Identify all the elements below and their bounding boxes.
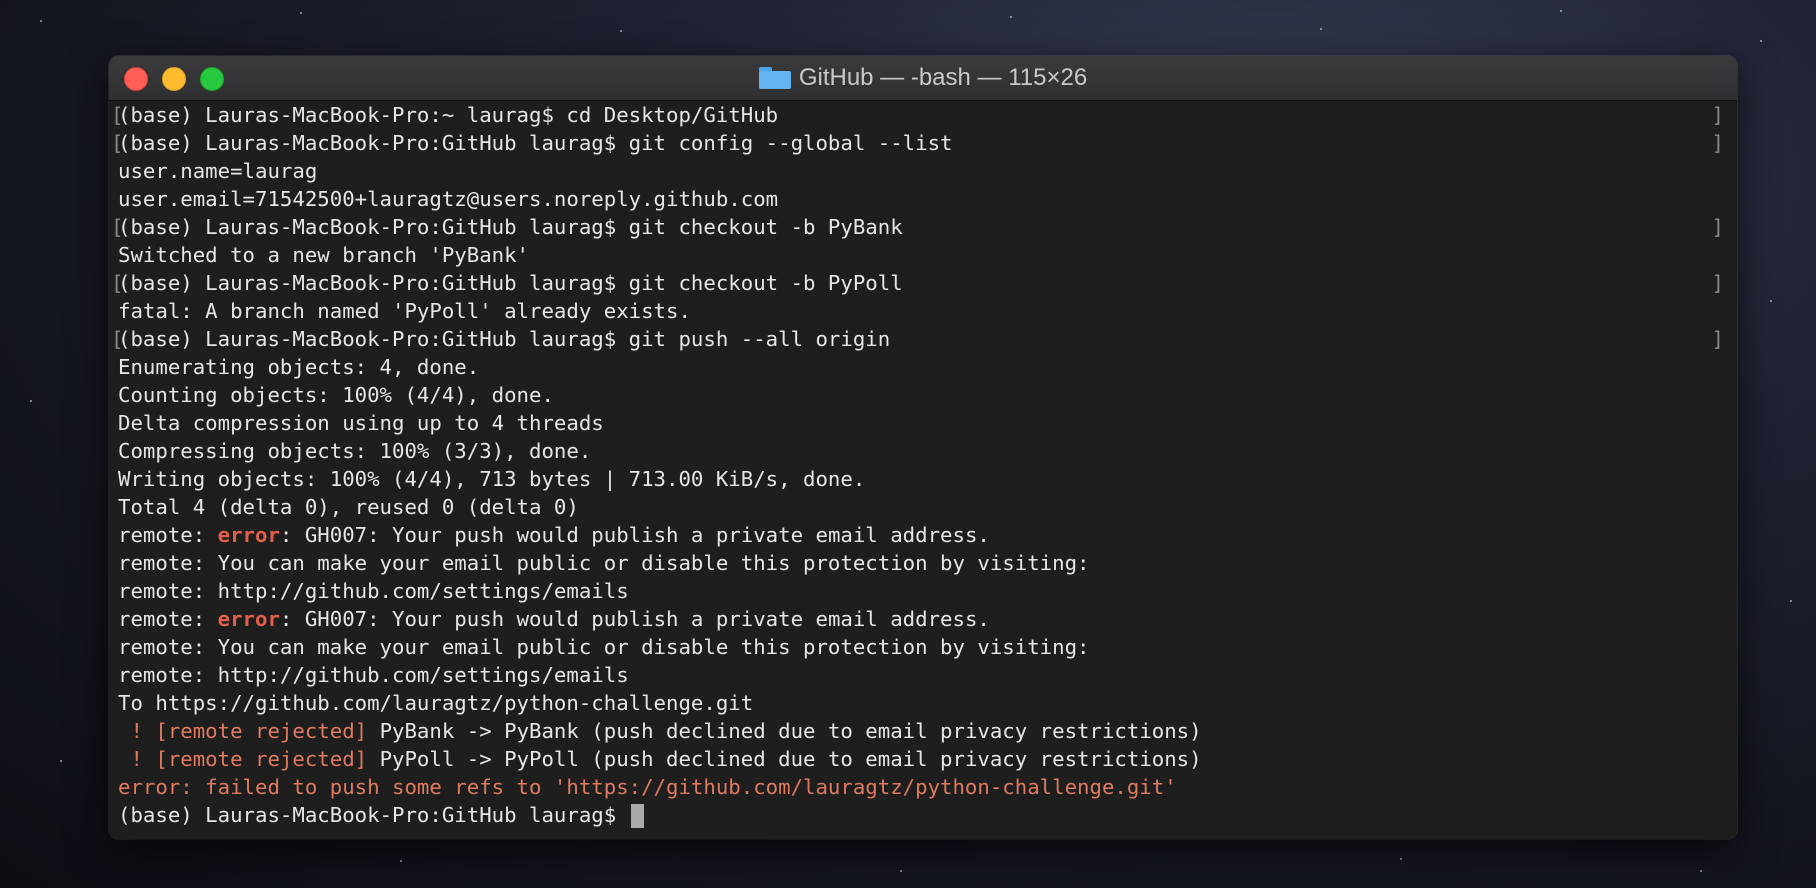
terminal-line: (base) Lauras-MacBook-Pro:~ laurag$ cd D… [111,101,1737,129]
terminal-line: Switched to a new branch 'PyBank' [118,243,530,267]
terminal-line: remote: You can make your email public o… [118,635,1090,659]
terminal-line: fatal: A branch named 'PyPoll' already e… [118,299,691,323]
terminal-line: remote: error: GH007: Your push would pu… [118,521,1737,549]
terminal-line: Enumerating objects: 4, done. [118,355,480,379]
terminal-line: Total 4 (delta 0), reused 0 (delta 0) [118,495,579,519]
terminal-line: Counting objects: 100% (4/4), done. [118,383,554,407]
folder-icon [758,67,791,89]
rejected-detail: PyPoll -> PyPoll (push declined due to e… [367,747,1202,771]
rejected-detail: PyBank -> PyBank (push declined due to e… [367,719,1202,743]
terminal-window: GitHub — -bash — 115×26 (base) Lauras-Ma… [109,56,1737,839]
terminal-line: Compressing objects: 100% (3/3), done. [118,439,592,463]
rejected-label: ! [remote rejected] [118,719,368,743]
terminal-output[interactable]: (base) Lauras-MacBook-Pro:~ laurag$ cd D… [109,101,1737,839]
terminal-line: (base) Lauras-MacBook-Pro:GitHub laurag$… [111,269,1737,297]
remote-prefix: remote: [118,523,218,547]
window-title-container: GitHub — -bash — 115×26 [109,56,1737,100]
terminal-line: ! [remote rejected] PyBank -> PyBank (pu… [118,717,1737,745]
prompt: (base) Lauras-MacBook-Pro:GitHub laurag$ [118,803,629,827]
terminal-line: error: failed to push some refs to 'http… [118,775,1177,799]
error-message: : GH007: Your push would publish a priva… [279,523,990,547]
terminal-line: To https://github.com/lauragtz/python-ch… [118,691,754,715]
terminal-line: remote: You can make your email public o… [118,551,1090,575]
terminal-line: ! [remote rejected] PyPoll -> PyPoll (pu… [118,745,1737,773]
terminal-line: remote: error: GH007: Your push would pu… [118,605,1737,633]
terminal-line: (base) Lauras-MacBook-Pro:GitHub laurag$… [111,129,1737,157]
terminal-line: Writing objects: 100% (4/4), 713 bytes |… [118,467,866,491]
terminal-line: (base) Lauras-MacBook-Pro:GitHub laurag$… [111,325,1737,353]
terminal-prompt-line[interactable]: (base) Lauras-MacBook-Pro:GitHub laurag$ [118,801,1737,829]
window-title: GitHub — -bash — 115×26 [798,64,1088,91]
error-keyword: error [217,607,280,631]
text-cursor [630,804,644,828]
terminal-line: remote: http://github.com/settings/email… [118,663,629,687]
terminal-line: remote: http://github.com/settings/email… [118,579,629,603]
error-message: : GH007: Your push would publish a priva… [279,607,990,631]
terminal-line: Delta compression using up to 4 threads [118,411,604,435]
error-keyword: error [217,523,280,547]
terminal-line: user.email=71542500+lauragtz@users.norep… [118,187,779,211]
title-bar[interactable]: GitHub — -bash — 115×26 [109,56,1737,101]
terminal-line: (base) Lauras-MacBook-Pro:GitHub laurag$… [111,213,1737,241]
rejected-label: ! [remote rejected] [118,747,368,771]
terminal-line: user.name=laurag [118,159,318,183]
remote-prefix: remote: [118,607,218,631]
